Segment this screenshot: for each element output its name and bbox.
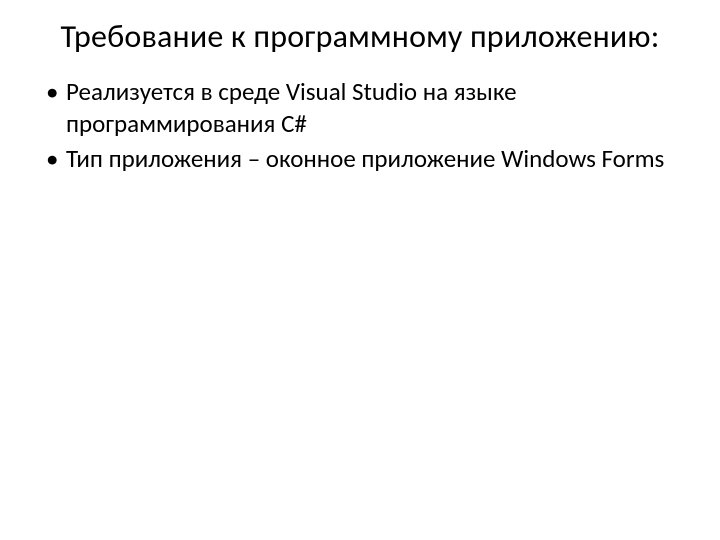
bullet-text: Реализуется в среде Visual Studio на язы… bbox=[66, 76, 680, 139]
slide-container: Требование к программному приложению: • … bbox=[0, 0, 720, 540]
slide-title: Требование к программному приложению: bbox=[40, 18, 680, 56]
list-item: • Тип приложения – оконное приложение Wi… bbox=[44, 143, 680, 174]
list-item: • Реализуется в среде Visual Studio на я… bbox=[44, 76, 680, 139]
bullet-icon: • bbox=[44, 76, 66, 107]
bullet-icon: • bbox=[44, 143, 66, 174]
slide-content: • Реализуется в среде Visual Studio на я… bbox=[40, 76, 680, 174]
bullet-text: Тип приложения – оконное приложение Wind… bbox=[66, 143, 680, 174]
